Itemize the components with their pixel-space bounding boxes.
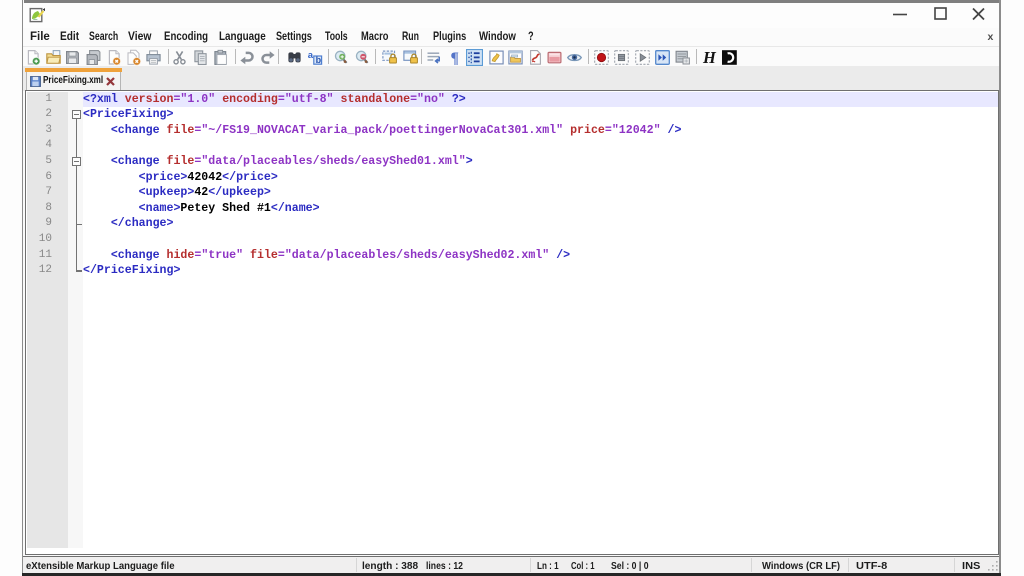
svg-text:a: a [308,50,314,61]
svg-text:H: H [702,49,717,66]
svg-text:¶: ¶ [450,50,458,66]
svg-text:b: b [316,54,322,64]
